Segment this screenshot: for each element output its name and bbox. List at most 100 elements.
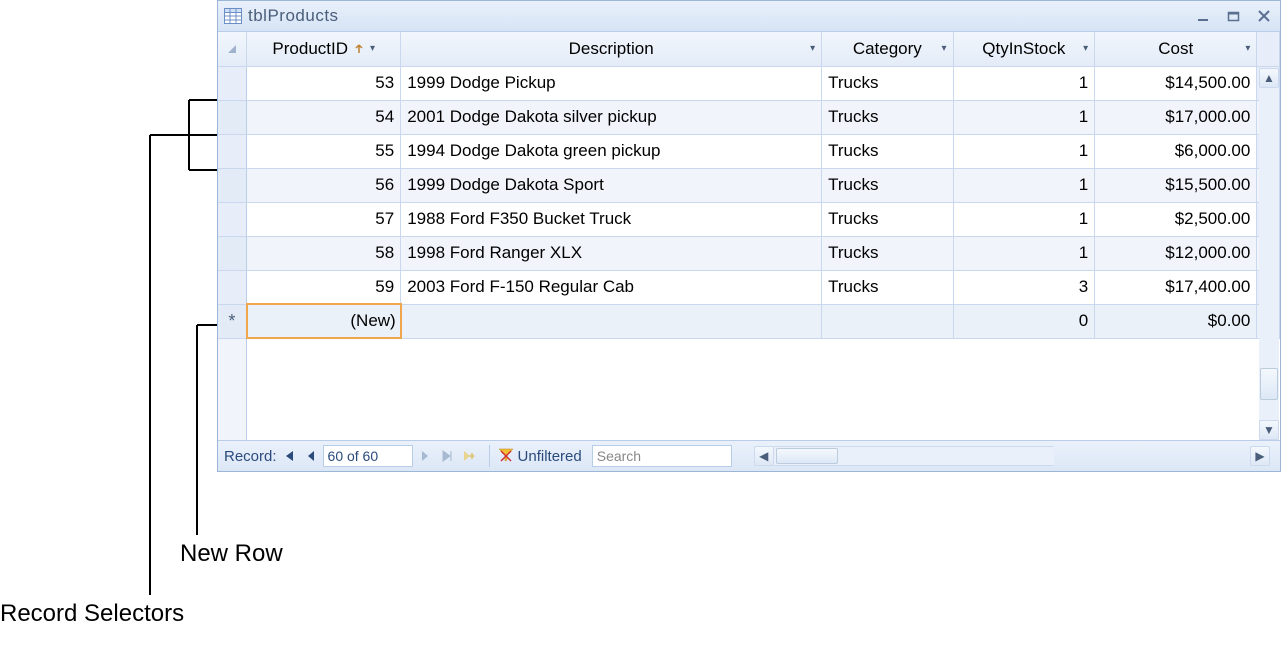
cell-productid[interactable]: 55 bbox=[247, 134, 401, 168]
cell-cost[interactable]: $17,000.00 bbox=[1095, 100, 1257, 134]
cell-description[interactable]: 2001 Dodge Dakota silver pickup bbox=[401, 100, 822, 134]
col-label: Category bbox=[853, 39, 922, 59]
restore-button[interactable] bbox=[1224, 6, 1244, 26]
record-selector[interactable] bbox=[218, 202, 247, 236]
record-selector[interactable] bbox=[218, 100, 247, 134]
cell-category[interactable]: Trucks bbox=[822, 202, 953, 236]
nav-new-button[interactable] bbox=[459, 446, 479, 466]
cell-description[interactable]: 1998 Ford Ranger XLX bbox=[401, 236, 822, 270]
chevron-down-icon[interactable]: ▾ bbox=[370, 43, 375, 54]
cell-category[interactable]: Trucks bbox=[822, 236, 953, 270]
hscroll-track[interactable] bbox=[774, 446, 1054, 466]
cell-category-new[interactable] bbox=[822, 304, 953, 338]
cell-productid-new[interactable]: (New) bbox=[247, 304, 401, 338]
nav-first-button[interactable] bbox=[279, 446, 299, 466]
table-row[interactable]: 531999 Dodge PickupTrucks1$14,500.00 bbox=[218, 66, 1280, 100]
cell-category[interactable]: Trucks bbox=[822, 100, 953, 134]
filter-section[interactable]: Unfiltered bbox=[489, 445, 582, 467]
datasheet-window: tblProducts bbox=[217, 0, 1281, 472]
cell-category[interactable]: Trucks bbox=[822, 66, 953, 100]
col-header-productid[interactable]: ProductID ▾ bbox=[247, 32, 401, 66]
nav-last-button[interactable] bbox=[437, 446, 457, 466]
col-label: ProductID bbox=[272, 39, 348, 59]
search-placeholder: Search bbox=[597, 448, 641, 464]
cell-qty-new[interactable]: 0 bbox=[953, 304, 1095, 338]
table-row[interactable]: 561999 Dodge Dakota SportTrucks1$15,500.… bbox=[218, 168, 1280, 202]
titlebar[interactable]: tblProducts bbox=[218, 1, 1280, 32]
record-selector[interactable] bbox=[218, 168, 247, 202]
chevron-down-icon[interactable]: ▾ bbox=[941, 43, 946, 54]
search-input[interactable]: Search bbox=[592, 445, 732, 467]
new-record-selector[interactable]: * bbox=[218, 304, 247, 338]
table-row[interactable]: 581998 Ford Ranger XLXTrucks1$12,000.00 bbox=[218, 236, 1280, 270]
cell-description[interactable]: 1994 Dodge Dakota green pickup bbox=[401, 134, 822, 168]
table-row[interactable]: 571988 Ford F350 Bucket TruckTrucks1$2,5… bbox=[218, 202, 1280, 236]
cell-productid[interactable]: 59 bbox=[247, 270, 401, 304]
chevron-down-icon[interactable]: ▾ bbox=[810, 43, 815, 54]
filter-label: Unfiltered bbox=[518, 448, 582, 465]
record-counter-text: 60 of 60 bbox=[328, 448, 379, 464]
record-selector[interactable] bbox=[218, 134, 247, 168]
scroll-thumb[interactable] bbox=[1260, 368, 1278, 400]
cell-cost[interactable]: $14,500.00 bbox=[1095, 66, 1257, 100]
grid-body[interactable]: ProductID ▾ Description▾ Category ▾ bbox=[218, 32, 1280, 440]
chevron-down-icon[interactable]: ▾ bbox=[1245, 43, 1250, 54]
cell-description[interactable]: 1999 Dodge Pickup bbox=[401, 66, 822, 100]
close-button[interactable] bbox=[1254, 6, 1274, 26]
nav-prev-button[interactable] bbox=[301, 446, 321, 466]
cell-cost[interactable]: $2,500.00 bbox=[1095, 202, 1257, 236]
nav-next-button[interactable] bbox=[415, 446, 435, 466]
hscroll-right-arrow[interactable]: ▶ bbox=[1250, 446, 1270, 466]
cell-qty[interactable]: 3 bbox=[953, 270, 1095, 304]
col-header-description[interactable]: Description▾ bbox=[401, 32, 822, 66]
hscroll-thumb[interactable] bbox=[776, 448, 838, 464]
horizontal-scrollbar[interactable]: ◀ ▶ bbox=[754, 446, 1274, 466]
cell-category[interactable]: Trucks bbox=[822, 270, 953, 304]
cell-description[interactable]: 2003 Ford F-150 Regular Cab bbox=[401, 270, 822, 304]
cell-qty[interactable]: 1 bbox=[953, 168, 1095, 202]
col-header-category[interactable]: Category ▾ bbox=[822, 32, 953, 66]
record-selector[interactable] bbox=[218, 270, 247, 304]
scroll-track[interactable] bbox=[1260, 88, 1278, 420]
cell-category[interactable]: Trucks bbox=[822, 168, 953, 202]
scroll-up-arrow[interactable]: ▲ bbox=[1259, 68, 1279, 88]
cell-description[interactable]: 1999 Dodge Dakota Sport bbox=[401, 168, 822, 202]
record-counter[interactable]: 60 of 60 bbox=[323, 445, 413, 467]
cell-cost-new[interactable]: $0.00 bbox=[1095, 304, 1257, 338]
cell-qty[interactable]: 1 bbox=[953, 66, 1095, 100]
cell-qty[interactable]: 1 bbox=[953, 100, 1095, 134]
cell-cost[interactable]: $6,000.00 bbox=[1095, 134, 1257, 168]
record-selector[interactable] bbox=[218, 66, 247, 100]
scroll-down-arrow[interactable]: ▼ bbox=[1259, 420, 1279, 440]
sort-asc-icon bbox=[352, 42, 366, 56]
cell-qty[interactable]: 1 bbox=[953, 236, 1095, 270]
select-all-corner[interactable] bbox=[218, 32, 247, 66]
cell-qty[interactable]: 1 bbox=[953, 202, 1095, 236]
cell-cost[interactable]: $15,500.00 bbox=[1095, 168, 1257, 202]
col-header-cost[interactable]: Cost▾ bbox=[1095, 32, 1257, 66]
table-row[interactable]: 542001 Dodge Dakota silver pickupTrucks1… bbox=[218, 100, 1280, 134]
cell-category[interactable]: Trucks bbox=[822, 134, 953, 168]
cell-cost[interactable]: $12,000.00 bbox=[1095, 236, 1257, 270]
cell-productid[interactable]: 53 bbox=[247, 66, 401, 100]
vertical-scrollbar[interactable]: ▲ ▼ bbox=[1259, 68, 1279, 440]
col-header-qtyinstock[interactable]: QtyInStock▾ bbox=[953, 32, 1095, 66]
cell-qty[interactable]: 1 bbox=[953, 134, 1095, 168]
record-selector[interactable] bbox=[218, 236, 247, 270]
cell-productid[interactable]: 56 bbox=[247, 168, 401, 202]
minimize-button[interactable] bbox=[1194, 6, 1214, 26]
callout-record-selectors: Record Selectors bbox=[0, 600, 184, 628]
table-row[interactable]: 551994 Dodge Dakota green pickupTrucks1$… bbox=[218, 134, 1280, 168]
chevron-down-icon[interactable]: ▾ bbox=[1083, 43, 1088, 54]
hscroll-left-arrow[interactable]: ◀ bbox=[754, 446, 774, 466]
cell-productid[interactable]: 57 bbox=[247, 202, 401, 236]
table-row[interactable]: 592003 Ford F-150 Regular CabTrucks3$17,… bbox=[218, 270, 1280, 304]
callout-new-row: New Row bbox=[180, 540, 283, 568]
cell-cost[interactable]: $17,400.00 bbox=[1095, 270, 1257, 304]
new-row[interactable]: *(New) 0$0.00 bbox=[218, 304, 1280, 338]
cell-description[interactable]: 1988 Ford F350 Bucket Truck bbox=[401, 202, 822, 236]
cell-description-new[interactable] bbox=[401, 304, 822, 338]
data-table: ProductID ▾ Description▾ Category ▾ bbox=[218, 32, 1280, 440]
cell-productid[interactable]: 58 bbox=[247, 236, 401, 270]
cell-productid[interactable]: 54 bbox=[247, 100, 401, 134]
